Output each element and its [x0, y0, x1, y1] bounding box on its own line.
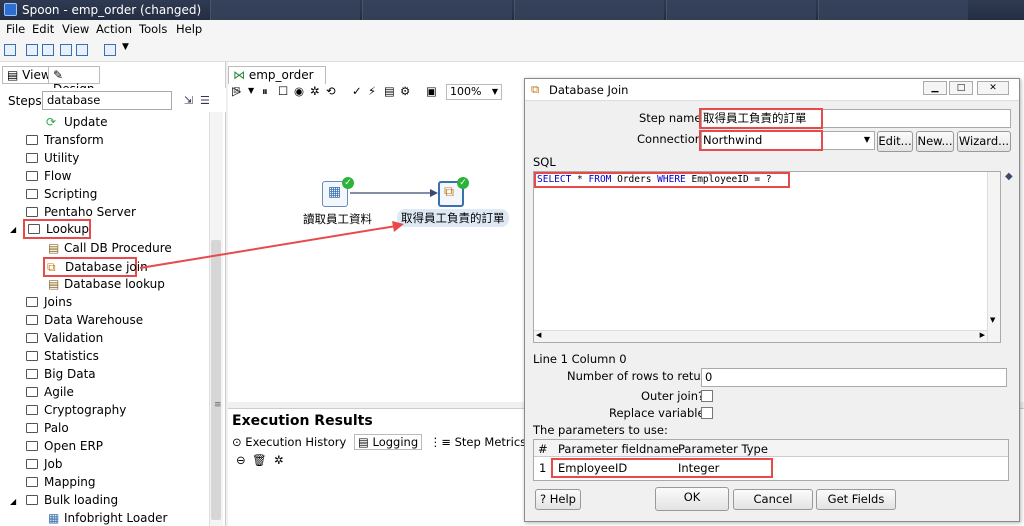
settings-icon[interactable]: ✲	[274, 453, 284, 467]
chevron-down-icon: ▼	[863, 135, 870, 144]
results-tabs: ⊙ Execution History ▤ Logging ⋮≡ Step Me…	[232, 434, 561, 451]
table-header: # Parameter fieldname Parameter Type	[534, 440, 1008, 457]
sql-editor[interactable]: SELECT * FROM Orders WHERE EmployeeID = …	[533, 171, 1001, 343]
connection-value[interactable]: Northwind	[699, 130, 823, 151]
cancel-button[interactable]: Cancel	[733, 489, 813, 510]
dialog-titlebar: ⧉ Database Join ▁ □ ✕	[525, 79, 1019, 101]
edit-connection-button[interactable]: Edit...	[877, 131, 913, 152]
sql-text[interactable]: SELECT * FROM Orders WHERE EmployeeID = …	[534, 172, 790, 188]
sql-scrollbar[interactable]: ▼	[987, 172, 1000, 342]
replace-variables-checkbox[interactable]	[701, 407, 713, 419]
rows-label: Number of rows to return	[567, 369, 713, 383]
step-name-value[interactable]: 取得員工負責的訂單	[699, 108, 823, 129]
parameters-table: # Parameter fieldname Parameter Type 1 E…	[533, 439, 1009, 481]
trash-icon[interactable]: 🗑	[252, 453, 267, 467]
ok-button[interactable]: OK	[655, 487, 729, 511]
header-number: #	[538, 442, 548, 456]
get-fields-button[interactable]: Get Fields	[816, 489, 896, 510]
tab-step-metrics[interactable]: ⋮≡ Step Metrics	[430, 435, 526, 449]
connection-label: Connection	[637, 132, 703, 146]
scroll-right-arrow-icon[interactable]: ▶	[980, 331, 985, 339]
minimize-button[interactable]: ▁	[923, 81, 947, 95]
step-name-label: Step name	[639, 111, 702, 125]
dialog-title: Database Join	[549, 83, 629, 97]
close-button[interactable]: ✕	[977, 81, 1009, 95]
row-number: 1	[539, 461, 547, 475]
outer-join-checkbox[interactable]	[701, 390, 713, 402]
tab-execution-history[interactable]: ⊙ Execution History	[232, 435, 346, 449]
db-join-icon: ⧉	[531, 82, 540, 96]
execution-results-title: Execution Results	[232, 413, 373, 429]
variable-icon: ◆	[1005, 171, 1013, 182]
help-button[interactable]: ? Help	[535, 489, 581, 510]
clear-log-icon[interactable]: ⊖	[236, 453, 246, 467]
params-label: The parameters to use:	[533, 423, 668, 437]
help-icon: ?	[540, 492, 547, 506]
scroll-left-arrow-icon[interactable]: ◀	[536, 331, 541, 339]
row-fieldname[interactable]: EmployeeID	[558, 461, 627, 475]
scroll-down-arrow-icon[interactable]: ▼	[990, 316, 995, 324]
cursor-position: Line 1 Column 0	[533, 352, 627, 366]
table-row[interactable]: 1 EmployeeID Integer	[534, 458, 1008, 478]
sql-hscrollbar[interactable]: ◀ ▶	[534, 330, 987, 342]
outer-join-label: Outer join?	[641, 389, 705, 403]
replace-variables-label: Replace variables	[609, 406, 711, 420]
database-join-dialog: ⧉ Database Join ▁ □ ✕ Step name 取得員工負責的訂…	[524, 78, 1020, 522]
sql-label: SQL	[533, 155, 556, 169]
row-type[interactable]: Integer	[678, 461, 719, 475]
header-type[interactable]: Parameter Type	[678, 442, 768, 456]
header-fieldname[interactable]: Parameter fieldname	[558, 442, 679, 456]
new-connection-button[interactable]: New...	[916, 131, 954, 152]
wizard-button[interactable]: Wizard...	[957, 131, 1011, 152]
tab-logging[interactable]: ▤ Logging	[353, 434, 423, 450]
maximize-button[interactable]: □	[949, 81, 973, 95]
rows-input[interactable]: 0	[701, 368, 1007, 387]
